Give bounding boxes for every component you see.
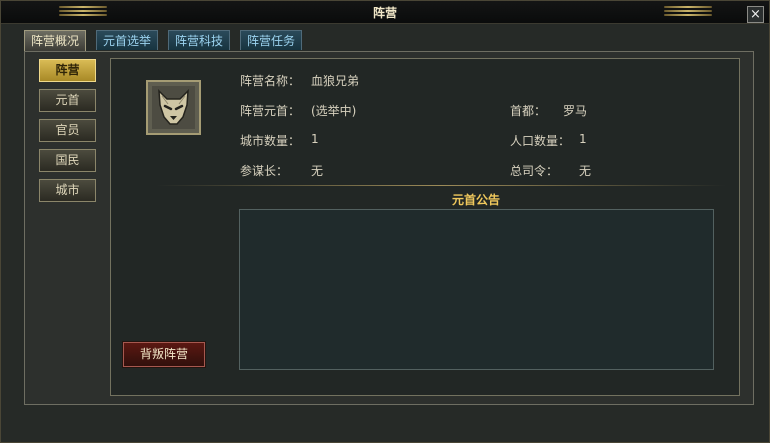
leader-notice-title: 元首公告 bbox=[451, 193, 500, 207]
tab-tasks[interactable]: 阵营任务 bbox=[240, 30, 303, 50]
commander-value: 无 bbox=[579, 164, 592, 178]
title-ornament-right bbox=[664, 4, 712, 20]
faction-name-value: 血狼兄弟 bbox=[311, 74, 360, 88]
sidebar-item-cities[interactable]: 城市 bbox=[39, 179, 96, 202]
faction-window: 阵营 × 阵营概况 元首选举 阵营科技 阵营任务 阵营 元首 官员 国民 城市 … bbox=[0, 0, 770, 443]
capital-value: 罗马 bbox=[563, 104, 588, 118]
close-button[interactable]: × bbox=[747, 6, 764, 23]
sidebar-item-faction[interactable]: 阵营 bbox=[39, 59, 96, 82]
population-value: 1 bbox=[579, 132, 587, 146]
tab-technology[interactable]: 阵营科技 bbox=[168, 30, 231, 50]
leader-notice-box bbox=[239, 209, 714, 370]
faction-name-label: 阵营名称： bbox=[240, 74, 301, 88]
population-label: 人口数量： bbox=[510, 134, 571, 148]
sidebar-item-leader[interactable]: 元首 bbox=[39, 89, 96, 112]
commander-label: 总司令： bbox=[510, 164, 559, 178]
wolf-emblem-icon bbox=[152, 86, 195, 129]
sidebar-item-officials[interactable]: 官员 bbox=[39, 119, 96, 142]
capital-label: 首都： bbox=[510, 104, 547, 118]
tab-overview[interactable]: 阵营概况 bbox=[24, 30, 87, 51]
chief-of-staff-value: 无 bbox=[311, 164, 324, 178]
title-bar: 阵营 bbox=[1, 1, 769, 24]
city-count-value: 1 bbox=[311, 132, 319, 146]
city-count-label: 城市数量： bbox=[240, 134, 301, 148]
faction-emblem bbox=[146, 80, 201, 135]
section-divider bbox=[156, 185, 726, 186]
chief-of-staff-label: 参谋长： bbox=[240, 164, 289, 178]
window-title: 阵营 bbox=[372, 6, 397, 20]
tab-election[interactable]: 元首选举 bbox=[96, 30, 159, 50]
betray-faction-button[interactable]: 背叛阵营 bbox=[123, 342, 205, 367]
faction-leader-value: (选举中) bbox=[311, 104, 357, 118]
sidebar-item-citizens[interactable]: 国民 bbox=[39, 149, 96, 172]
faction-leader-label: 阵营元首： bbox=[240, 104, 301, 118]
